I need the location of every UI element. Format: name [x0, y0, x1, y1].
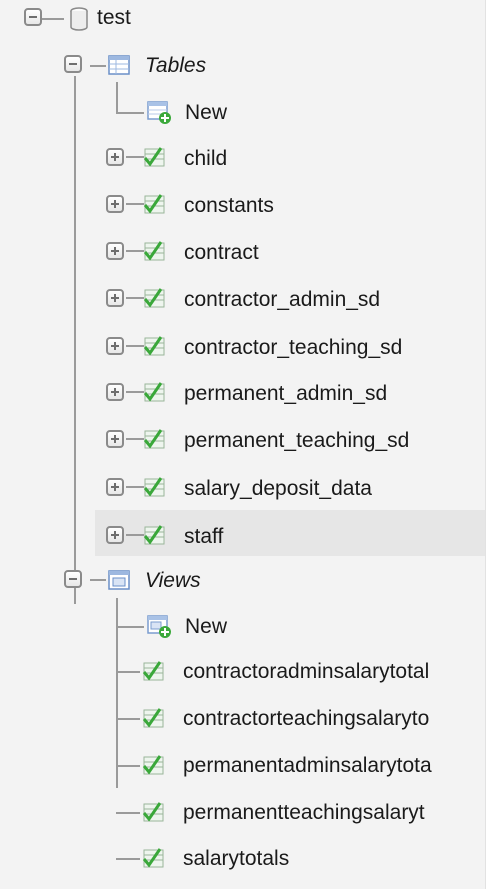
tree-line [116, 765, 140, 767]
expand-icon[interactable] [106, 289, 124, 307]
expand-icon[interactable] [106, 430, 124, 448]
table-name[interactable]: permanent_admin_sd [184, 381, 387, 407]
table-name[interactable]: constants [184, 193, 274, 219]
expand-icon[interactable] [106, 337, 124, 355]
table-name[interactable]: contractor_admin_sd [184, 287, 380, 313]
collapse-icon[interactable] [64, 570, 82, 588]
table-icon [141, 285, 167, 311]
table-icon [141, 474, 167, 500]
tables-group-label[interactable]: Tables [145, 53, 206, 79]
view-row[interactable]: contractorteachingsalaryto [0, 702, 485, 750]
table-icon [141, 333, 167, 359]
table-icon [141, 522, 167, 548]
db-row-test[interactable]: test [0, 0, 485, 48]
table-row[interactable]: child [0, 143, 485, 191]
tree-line [116, 671, 140, 673]
views-group-icon [106, 567, 132, 593]
view-icon [140, 705, 166, 731]
table-icon [141, 191, 167, 217]
view-icon [140, 752, 166, 778]
table-row[interactable]: constants [0, 190, 485, 238]
view-name[interactable]: contractorteachingsalaryto [183, 706, 429, 732]
expand-icon[interactable] [106, 478, 124, 496]
view-name[interactable]: permanentadminsalarytota [183, 753, 432, 779]
table-row-selected[interactable]: staff [95, 510, 485, 556]
view-icon [140, 799, 166, 825]
table-name[interactable]: staff [184, 524, 223, 550]
view-icon [140, 658, 166, 684]
table-name[interactable]: child [184, 146, 227, 172]
tables-group-row[interactable]: Tables [0, 46, 485, 94]
views-group-row[interactable]: Views [0, 561, 485, 609]
view-name[interactable]: salarytotals [183, 846, 289, 872]
views-group-label[interactable]: Views [145, 568, 201, 594]
tree-line [116, 858, 140, 860]
collapse-icon[interactable] [64, 55, 82, 73]
table-row[interactable]: contractor_admin_sd [0, 284, 485, 332]
expand-icon[interactable] [106, 242, 124, 260]
view-row[interactable]: permanentteachingsalaryt [0, 796, 485, 844]
view-row[interactable]: contractoradminsalarytotal [0, 655, 485, 703]
expand-icon[interactable] [106, 148, 124, 166]
new-view-icon [146, 613, 172, 639]
view-name[interactable]: permanentteachingsalaryt [183, 800, 425, 826]
collapse-icon[interactable] [24, 8, 42, 26]
table-row[interactable]: permanent_admin_sd [0, 378, 485, 426]
table-name[interactable]: contractor_teaching_sd [184, 335, 402, 361]
table-row[interactable]: contract [0, 237, 485, 285]
table-name[interactable]: contract [184, 240, 259, 266]
table-icon [141, 379, 167, 405]
table-row[interactable]: permanent_teaching_sd [0, 425, 485, 473]
db-name[interactable]: test [97, 5, 131, 31]
table-icon [141, 238, 167, 264]
new-table-icon [146, 99, 172, 125]
new-view-row[interactable]: New [0, 610, 485, 658]
view-icon [140, 845, 166, 871]
expand-icon[interactable] [106, 383, 124, 401]
table-row[interactable]: contractor_teaching_sd [0, 332, 485, 380]
expand-icon[interactable] [106, 195, 124, 213]
expand-icon[interactable] [106, 526, 124, 544]
view-name[interactable]: contractoradminsalarytotal [183, 659, 429, 685]
tables-group-icon [106, 52, 132, 78]
table-name[interactable]: permanent_teaching_sd [184, 428, 409, 454]
tree-line [116, 626, 144, 628]
table-icon [141, 426, 167, 452]
table-name[interactable]: salary_deposit_data [184, 476, 372, 502]
new-view-label[interactable]: New [185, 614, 227, 640]
new-table-row[interactable]: New [0, 96, 485, 144]
view-row[interactable]: permanentadminsalarytota [0, 749, 485, 797]
navigation-tree: test Tables New child constants contract… [0, 0, 486, 889]
new-table-label[interactable]: New [185, 100, 227, 126]
table-icon [141, 144, 167, 170]
tree-line [116, 718, 140, 720]
database-icon [66, 6, 92, 32]
view-row[interactable]: salarytotals [0, 842, 485, 889]
tree-line [116, 812, 140, 814]
